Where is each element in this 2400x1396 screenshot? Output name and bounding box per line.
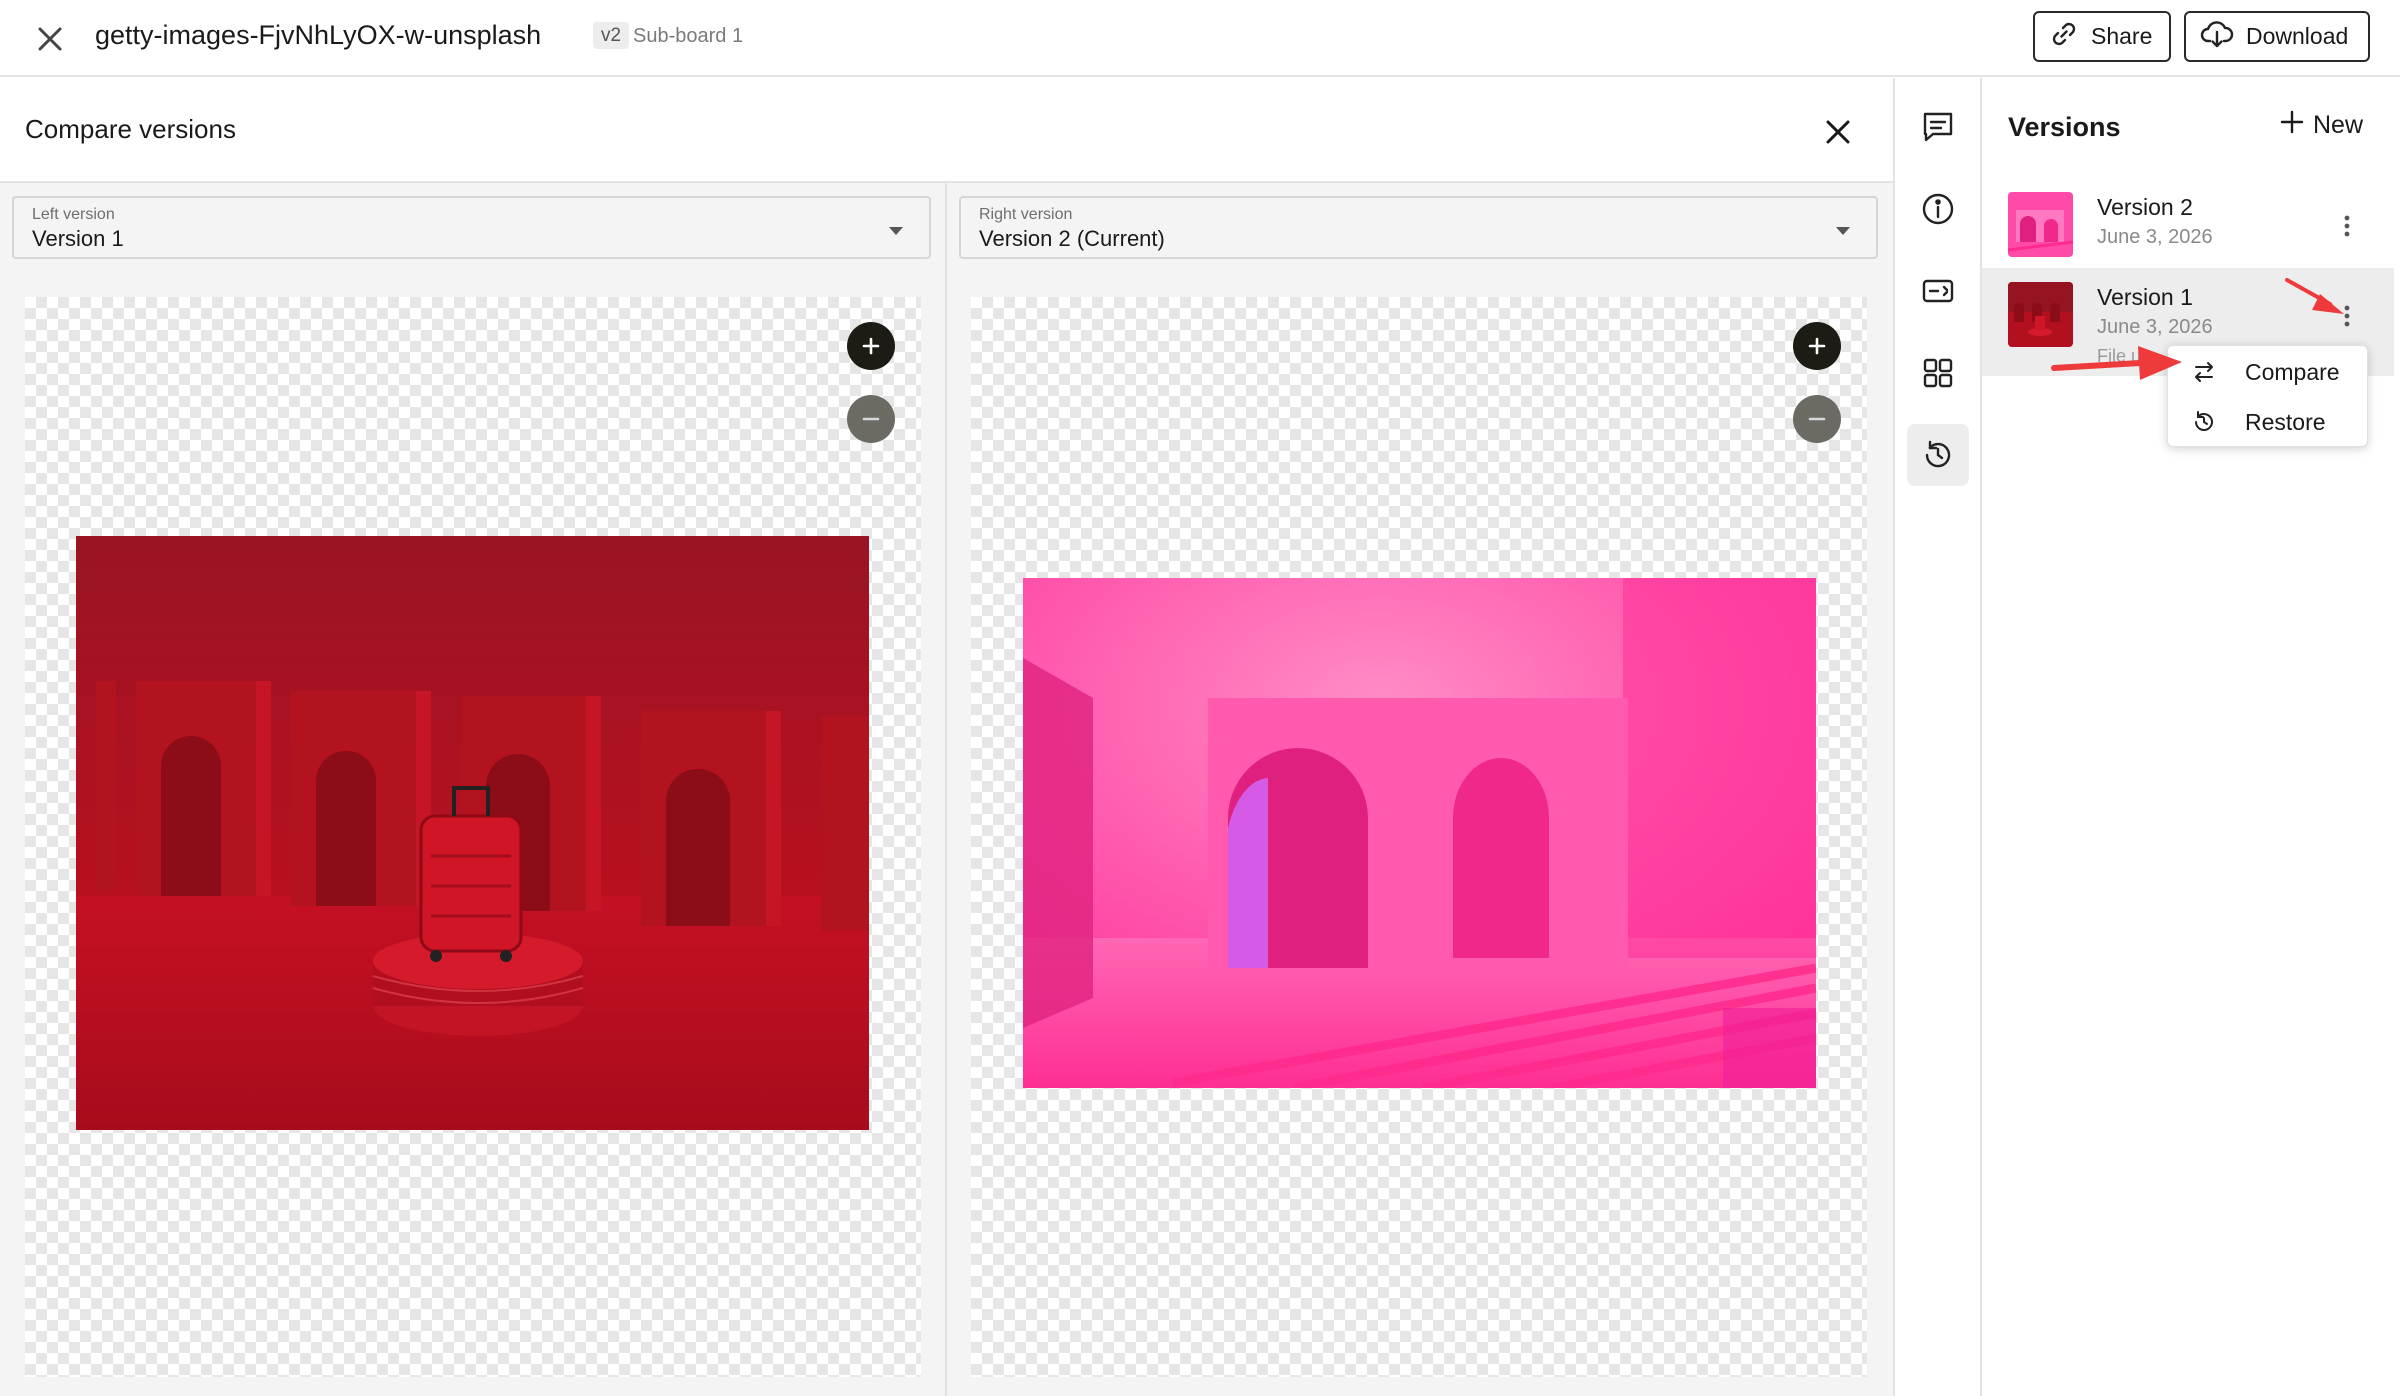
right-version-image (1023, 578, 1816, 1088)
compare-divider (945, 183, 947, 1396)
more-options-icon[interactable] (2334, 298, 2360, 334)
left-version-value: Version 1 (32, 226, 124, 251)
restore-icon (2192, 411, 2216, 438)
version-date: June 3, 2026 (2097, 316, 2213, 338)
version-thumbnail (2008, 282, 2073, 347)
swap-arrows-icon (2192, 361, 2216, 388)
compare-title: Compare versions (25, 114, 236, 144)
close-compare-icon[interactable] (1816, 110, 1860, 154)
right-version-label: Right version (979, 206, 1073, 223)
menu-item-compare[interactable]: Compare (2168, 347, 2369, 397)
versions-title: Versions (2008, 112, 2121, 142)
info-icon[interactable] (1907, 178, 1969, 240)
new-version-button[interactable]: New (2279, 109, 2363, 142)
cloud-download-icon (2200, 19, 2234, 55)
zoom-out-button[interactable] (847, 395, 895, 443)
history-icon[interactable] (1907, 424, 1969, 486)
new-version-label: New (2313, 111, 2364, 139)
plus-icon (2279, 109, 2305, 142)
board-label: Sub-board 1 (633, 25, 744, 47)
version-thumbnail (2008, 192, 2073, 257)
download-button[interactable]: Download (2184, 11, 2370, 62)
version-note: File u (2097, 346, 2142, 366)
menu-item-label: Restore (2245, 408, 2326, 435)
versions-panel: Versions New Version 2 June 3, 2026 Vers… (1982, 78, 2400, 1396)
compare-header: Compare versions (0, 78, 1893, 183)
version-badge: v2 (593, 22, 630, 49)
zoom-in-button[interactable] (1793, 322, 1841, 370)
download-label: Download (2246, 23, 2349, 49)
left-version-image (76, 536, 869, 1130)
top-bar: getty-images-FjvNhLyOX-w-unsplash v2 Sub… (0, 0, 2400, 77)
right-version-value: Version 2 (Current) (979, 226, 1165, 251)
left-version-label: Left version (32, 206, 115, 223)
right-version-select[interactable]: Right version Version 2 (Current) (959, 196, 1878, 259)
file-title: getty-images-FjvNhLyOX-w-unsplash (95, 20, 542, 50)
menu-item-restore[interactable]: Restore (2168, 397, 2369, 447)
comment-icon[interactable] (1907, 96, 1969, 158)
version-name: Version 2 (2097, 194, 2193, 220)
zoom-out-button[interactable] (1793, 395, 1841, 443)
link-icon (2049, 19, 2079, 55)
toggle-icon[interactable] (1907, 260, 1969, 322)
zoom-in-button[interactable] (847, 322, 895, 370)
caret-down-icon (887, 224, 905, 242)
share-button[interactable]: Share (2033, 11, 2171, 62)
close-icon[interactable] (30, 19, 70, 59)
more-options-icon[interactable] (2334, 208, 2360, 244)
icon-rail (1893, 78, 1982, 1396)
share-label: Share (2091, 23, 2153, 49)
grid-icon[interactable] (1907, 342, 1969, 404)
left-version-select[interactable]: Left version Version 1 (12, 196, 931, 259)
menu-item-label: Compare (2245, 358, 2340, 385)
version-name: Version 1 (2097, 284, 2193, 310)
version-date: June 3, 2026 (2097, 226, 2213, 248)
caret-down-icon (1834, 224, 1852, 242)
version-context-menu: Compare Restore (2167, 345, 2368, 447)
